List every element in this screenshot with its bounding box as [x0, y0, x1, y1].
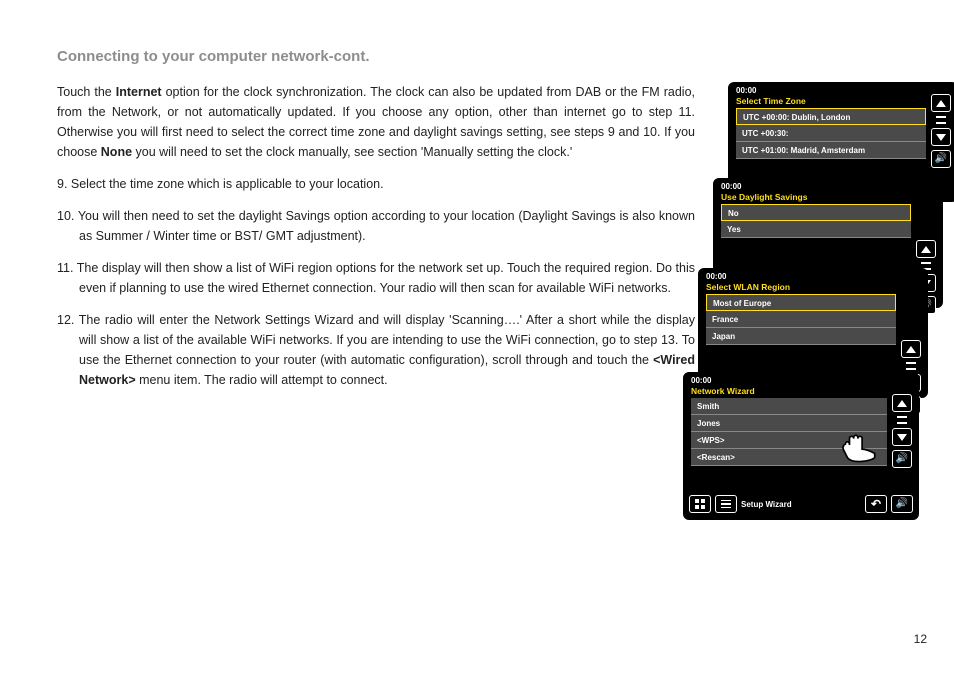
- bottom-toolbar: Setup Wizard ↶ 🔊: [689, 494, 913, 514]
- wlan-list: Most of Europe France Japan: [706, 294, 896, 345]
- clock-time: 00:00: [721, 182, 741, 191]
- arrow-up-icon: [936, 100, 946, 107]
- step-9: 9. Select the time zone which is applica…: [57, 174, 695, 194]
- list-item[interactable]: UTC +00:30:: [736, 125, 926, 142]
- list-item[interactable]: Smith: [691, 398, 887, 415]
- screen-title: Use Daylight Savings: [721, 192, 807, 202]
- list-item[interactable]: France: [706, 311, 896, 328]
- arrow-down-icon: [897, 434, 907, 441]
- scroll-indicator-icon: [921, 262, 931, 264]
- list-item[interactable]: UTC +00:00: Dublin, London: [736, 108, 926, 125]
- scroll-up-button[interactable]: [916, 240, 936, 258]
- speaker-button[interactable]: 🔊: [931, 150, 951, 168]
- apps-icon: [695, 499, 705, 509]
- bold-none: None: [101, 145, 132, 159]
- scroll-indicator-icon: [897, 422, 907, 424]
- timezone-list: UTC +00:00: Dublin, London UTC +00:30: U…: [736, 108, 926, 159]
- intro-paragraph: Touch the Internet option for the clock …: [57, 82, 695, 162]
- speaker-button[interactable]: 🔊: [891, 495, 913, 513]
- step-11: 11. The display will then show a list of…: [57, 258, 695, 298]
- arrow-up-icon: [906, 346, 916, 353]
- menu-button[interactable]: [715, 495, 737, 513]
- screen-title: Network Wizard: [691, 386, 755, 396]
- device-screens-stack: 00:00 Select Time Zone UTC +00:00: Dubli…: [698, 82, 954, 522]
- arrow-up-icon: [897, 400, 907, 407]
- device-screen-network-wizard: 00:00 Network Wizard Smith Jones <WPS> <…: [683, 372, 919, 520]
- clock-time: 00:00: [706, 272, 726, 281]
- bold-internet: Internet: [116, 85, 162, 99]
- back-icon: ↶: [871, 497, 881, 511]
- list-item[interactable]: Yes: [721, 221, 911, 238]
- scroll-indicator-icon: [897, 416, 907, 418]
- list-item[interactable]: Japan: [706, 328, 896, 345]
- speaker-button[interactable]: 🔊: [892, 450, 912, 468]
- scroll-indicator-icon: [906, 362, 916, 364]
- speaker-icon: 🔊: [896, 499, 908, 509]
- intro-text-3: you will need to set the clock manually,…: [132, 145, 572, 159]
- speaker-icon: 🔊: [935, 154, 947, 164]
- list-item[interactable]: No: [721, 204, 911, 221]
- arrow-up-icon: [921, 246, 931, 253]
- scroll-up-button[interactable]: [931, 94, 951, 112]
- clock-time: 00:00: [736, 86, 756, 95]
- screen-title: Select Time Zone: [736, 96, 806, 106]
- back-button[interactable]: ↶: [865, 495, 887, 513]
- page-heading: Connecting to your computer network-cont…: [57, 48, 370, 65]
- list-item[interactable]: Most of Europe: [706, 294, 896, 311]
- pointing-hand-icon: [839, 428, 881, 464]
- scroll-indicator-icon: [936, 122, 946, 124]
- step-10: 10. You will then need to set the daylig…: [57, 206, 695, 246]
- page-number: 12: [914, 632, 927, 646]
- list-item[interactable]: UTC +01:00: Madrid, Amsterdam: [736, 142, 926, 159]
- step-12a: 12. The radio will enter the Network Set…: [57, 313, 695, 367]
- menu-icon: [721, 500, 731, 508]
- apps-button[interactable]: [689, 495, 711, 513]
- scroll-down-button[interactable]: [931, 128, 951, 146]
- screen-title: Select WLAN Region: [706, 282, 790, 292]
- scroll-indicator-icon: [906, 368, 916, 370]
- step-12: 12. The radio will enter the Network Set…: [57, 310, 695, 390]
- daylight-list: No Yes: [721, 204, 911, 238]
- scroll-down-button[interactable]: [892, 428, 912, 446]
- scroll-indicator-icon: [936, 116, 946, 118]
- clock-time: 00:00: [691, 376, 711, 385]
- scroll-up-button[interactable]: [901, 340, 921, 358]
- step-12c: menu item. The radio will attempt to con…: [136, 373, 388, 387]
- intro-text-1: Touch the: [57, 85, 116, 99]
- scroll-up-button[interactable]: [892, 394, 912, 412]
- arrow-down-icon: [936, 134, 946, 141]
- bottom-label: Setup Wizard: [741, 500, 861, 509]
- speaker-icon: 🔊: [896, 454, 908, 464]
- body-text: Touch the Internet option for the clock …: [57, 82, 695, 402]
